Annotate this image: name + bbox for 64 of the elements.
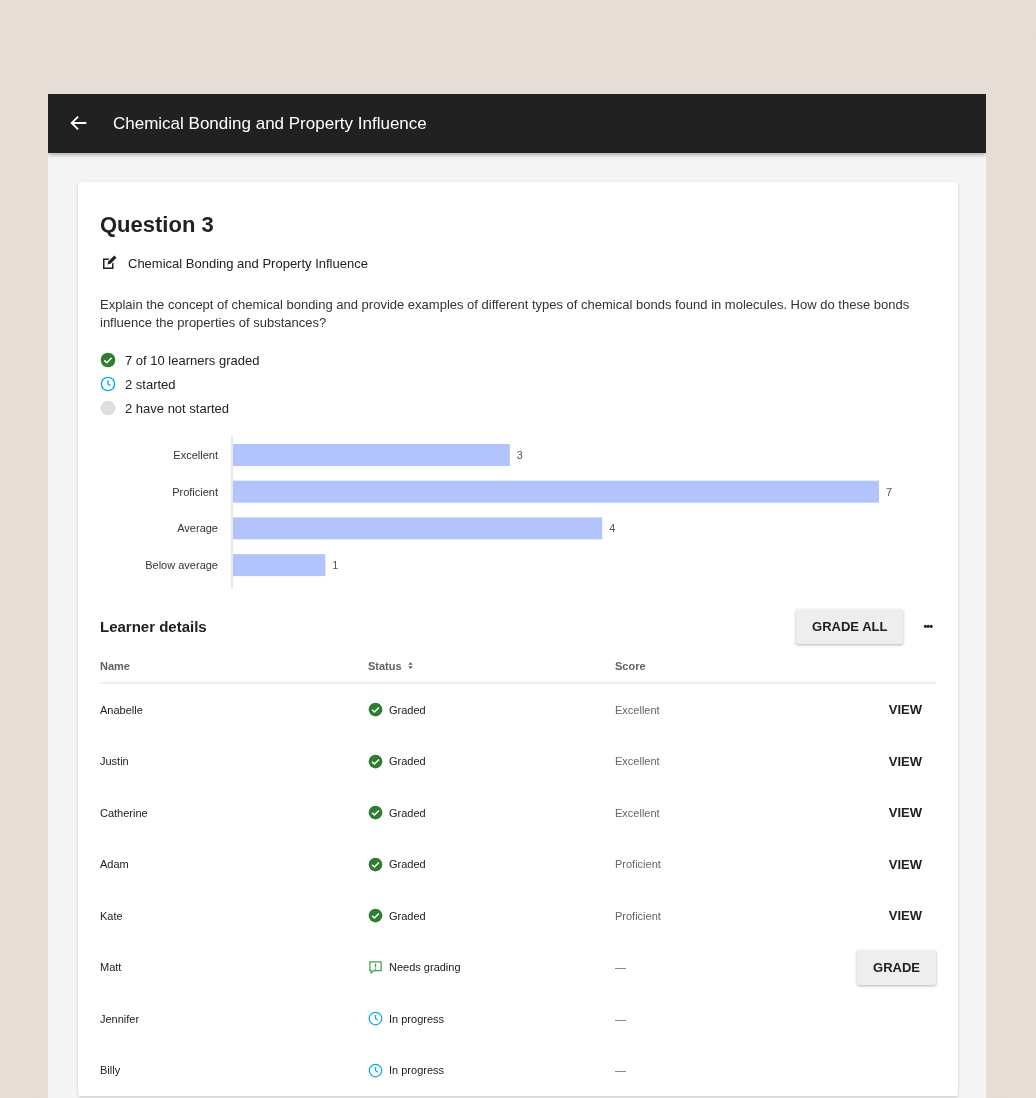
category-label: Excellent	[173, 449, 218, 461]
more-button[interactable]: •••	[919, 616, 936, 637]
status-text: Graded	[389, 703, 426, 716]
topic-label: Chemical Bonding and Property Influence	[128, 255, 368, 271]
grade-button[interactable]: GRADE	[857, 949, 936, 985]
edit-note-icon	[100, 254, 118, 272]
value-label: 4	[609, 522, 616, 535]
status-text: In progress	[389, 1064, 445, 1077]
check-circle-icon	[368, 908, 383, 924]
progress-text: 7 of 10 learners graded	[125, 352, 260, 368]
comment-alert-icon	[368, 959, 383, 975]
sort-icon	[405, 661, 415, 671]
check-circle-icon	[368, 702, 383, 718]
score-text: Excellent	[615, 806, 660, 819]
score-text: Proficient	[615, 909, 661, 922]
learner-name: Catherine	[100, 806, 148, 819]
status-text: Graded	[389, 858, 426, 871]
status-text: In progress	[389, 1012, 445, 1025]
column-header: Name	[100, 659, 131, 672]
score-text: —	[615, 961, 626, 974]
check-circle-icon	[368, 753, 383, 769]
score-text: —	[615, 1064, 626, 1077]
check-circle-icon	[368, 856, 383, 872]
value-label: 7	[886, 485, 893, 498]
score-text: Excellent	[615, 703, 660, 716]
check-circle-icon	[368, 805, 383, 821]
column-header: Score	[615, 659, 647, 672]
category-label: Average	[177, 522, 218, 535]
learner-name: Kate	[100, 909, 123, 922]
view-link[interactable]: VIEW	[888, 753, 922, 769]
learner-name: Adam	[100, 858, 129, 871]
category-label: Proficient	[172, 485, 218, 498]
value-label: 1	[332, 559, 339, 572]
circle-icon	[100, 400, 116, 416]
learner-name: Justin	[100, 755, 129, 768]
clock-icon	[100, 376, 116, 392]
progress-text: 2 have not started	[125, 400, 230, 416]
check-circle-icon	[100, 352, 116, 368]
score-text: Excellent	[615, 755, 660, 768]
status-text: Needs grading	[389, 961, 461, 974]
learner-name: Billy	[100, 1064, 121, 1077]
view-link[interactable]: VIEW	[888, 702, 922, 718]
learner-name: Matt	[100, 961, 122, 974]
category-label: Below average	[145, 559, 218, 572]
value-label: 3	[516, 449, 523, 461]
status-text: Graded	[389, 909, 426, 922]
view-link[interactable]: VIEW	[888, 805, 922, 821]
app-bar-title: Chemical Bonding and Property Influence	[113, 113, 427, 134]
grade-all-button[interactable]: GRADE ALL	[796, 608, 904, 644]
status-text: Graded	[389, 755, 426, 768]
column-header[interactable]: Status	[368, 659, 615, 672]
question-heading: Question 3	[100, 212, 215, 238]
clock-icon	[368, 1011, 383, 1027]
view-link[interactable]: VIEW	[888, 908, 922, 924]
section-title: Learner details	[100, 617, 207, 635]
clock-icon	[368, 1062, 383, 1078]
score-text: —	[615, 1012, 626, 1025]
view-link[interactable]: VIEW	[888, 856, 922, 872]
progress-text: 2 started	[125, 376, 176, 392]
learner-name: Jennifer	[100, 1012, 140, 1025]
score-text: Proficient	[615, 858, 661, 871]
question-prompt: Explain the concept of chemical bonding and provide examples of different types of chemical bonds found in molecules. How do these bonds influence the properties of substances?	[100, 296, 911, 332]
learner-name: Anabelle	[100, 703, 143, 716]
status-text: Graded	[389, 806, 426, 819]
